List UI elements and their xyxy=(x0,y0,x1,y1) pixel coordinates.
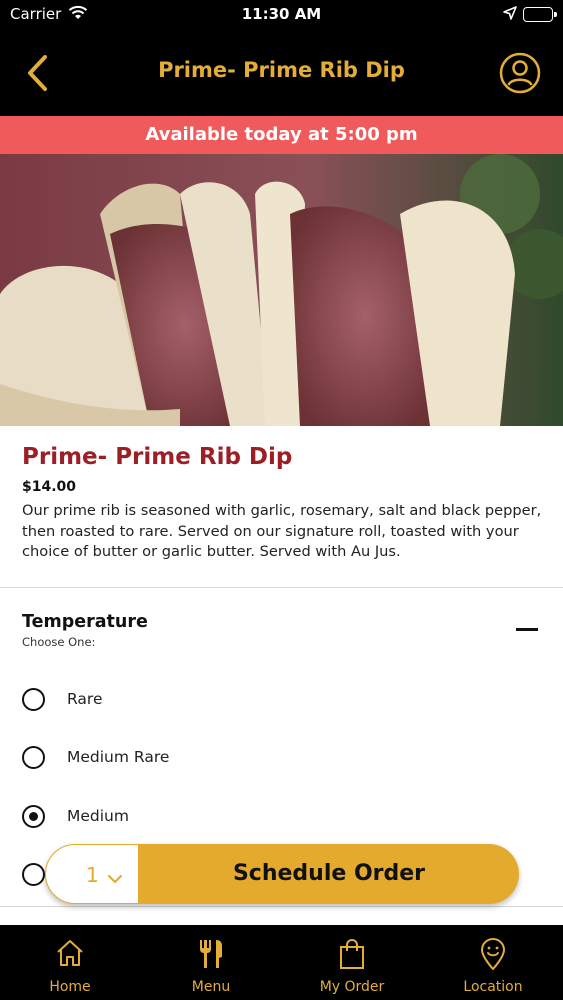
quantity-value: 1 xyxy=(86,863,99,887)
nav-bar: Prime- Prime Rib Dip xyxy=(0,30,563,116)
item-info: Prime- Prime Rib Dip $14.00 Our prime ri… xyxy=(22,444,542,563)
radio-button[interactable] xyxy=(22,746,45,769)
clock: 11:30 AM xyxy=(241,5,322,23)
availability-banner: Available today at 5:00 pm xyxy=(0,116,563,154)
option-medium-rare[interactable]: Medium Rare xyxy=(22,743,342,773)
option-medium[interactable]: Medium xyxy=(22,802,342,832)
tab-home[interactable]: Home xyxy=(0,925,140,1000)
tab-bar: Home Menu My Order Location xyxy=(0,925,563,1000)
item-description: Our prime rib is seasoned with garlic, r… xyxy=(22,502,542,560)
tab-label: My Order xyxy=(319,979,385,995)
tab-label: Location xyxy=(463,979,523,995)
home-icon xyxy=(57,940,83,966)
fork-knife-icon xyxy=(200,940,222,968)
collapse-icon[interactable] xyxy=(516,628,538,631)
option-label: Medium Rare xyxy=(67,748,170,766)
shopping-bag-icon xyxy=(340,939,364,969)
tab-label: Menu xyxy=(191,979,231,995)
divider xyxy=(0,587,563,588)
tab-menu[interactable]: Menu xyxy=(141,925,281,1000)
chevron-down-icon xyxy=(108,869,122,883)
tab-my-order[interactable]: My Order xyxy=(282,925,422,1000)
option-group-title: Temperature xyxy=(22,612,148,632)
radio-button-selected[interactable] xyxy=(22,805,45,828)
user-circle-icon[interactable] xyxy=(499,52,541,94)
chevron-left-icon[interactable] xyxy=(18,52,58,94)
tab-label: Home xyxy=(49,979,91,995)
option-group-subtitle: Choose One: xyxy=(22,635,96,649)
location-smiley-icon xyxy=(480,938,506,970)
battery-icon xyxy=(523,7,557,22)
option-rare[interactable]: Rare xyxy=(22,685,342,715)
divider xyxy=(0,906,563,907)
option-label: Medium xyxy=(67,807,129,825)
radio-button[interactable] xyxy=(22,688,45,711)
location-arrow-icon xyxy=(503,6,517,24)
order-bar: 1 Schedule Order xyxy=(45,844,519,904)
radio-button[interactable] xyxy=(22,863,45,886)
quantity-selector[interactable]: 1 xyxy=(45,844,139,904)
item-price: $14.00 xyxy=(22,479,77,495)
item-photo xyxy=(0,154,563,426)
page-title: Prime- Prime Rib Dip xyxy=(158,58,405,82)
schedule-order-button[interactable]: Schedule Order xyxy=(139,861,519,886)
tab-location[interactable]: Location xyxy=(423,925,563,1000)
status-bar: Carrier 11:30 AM xyxy=(0,0,563,30)
item-name: Prime- Prime Rib Dip xyxy=(22,444,293,470)
option-label: Rare xyxy=(67,690,103,708)
